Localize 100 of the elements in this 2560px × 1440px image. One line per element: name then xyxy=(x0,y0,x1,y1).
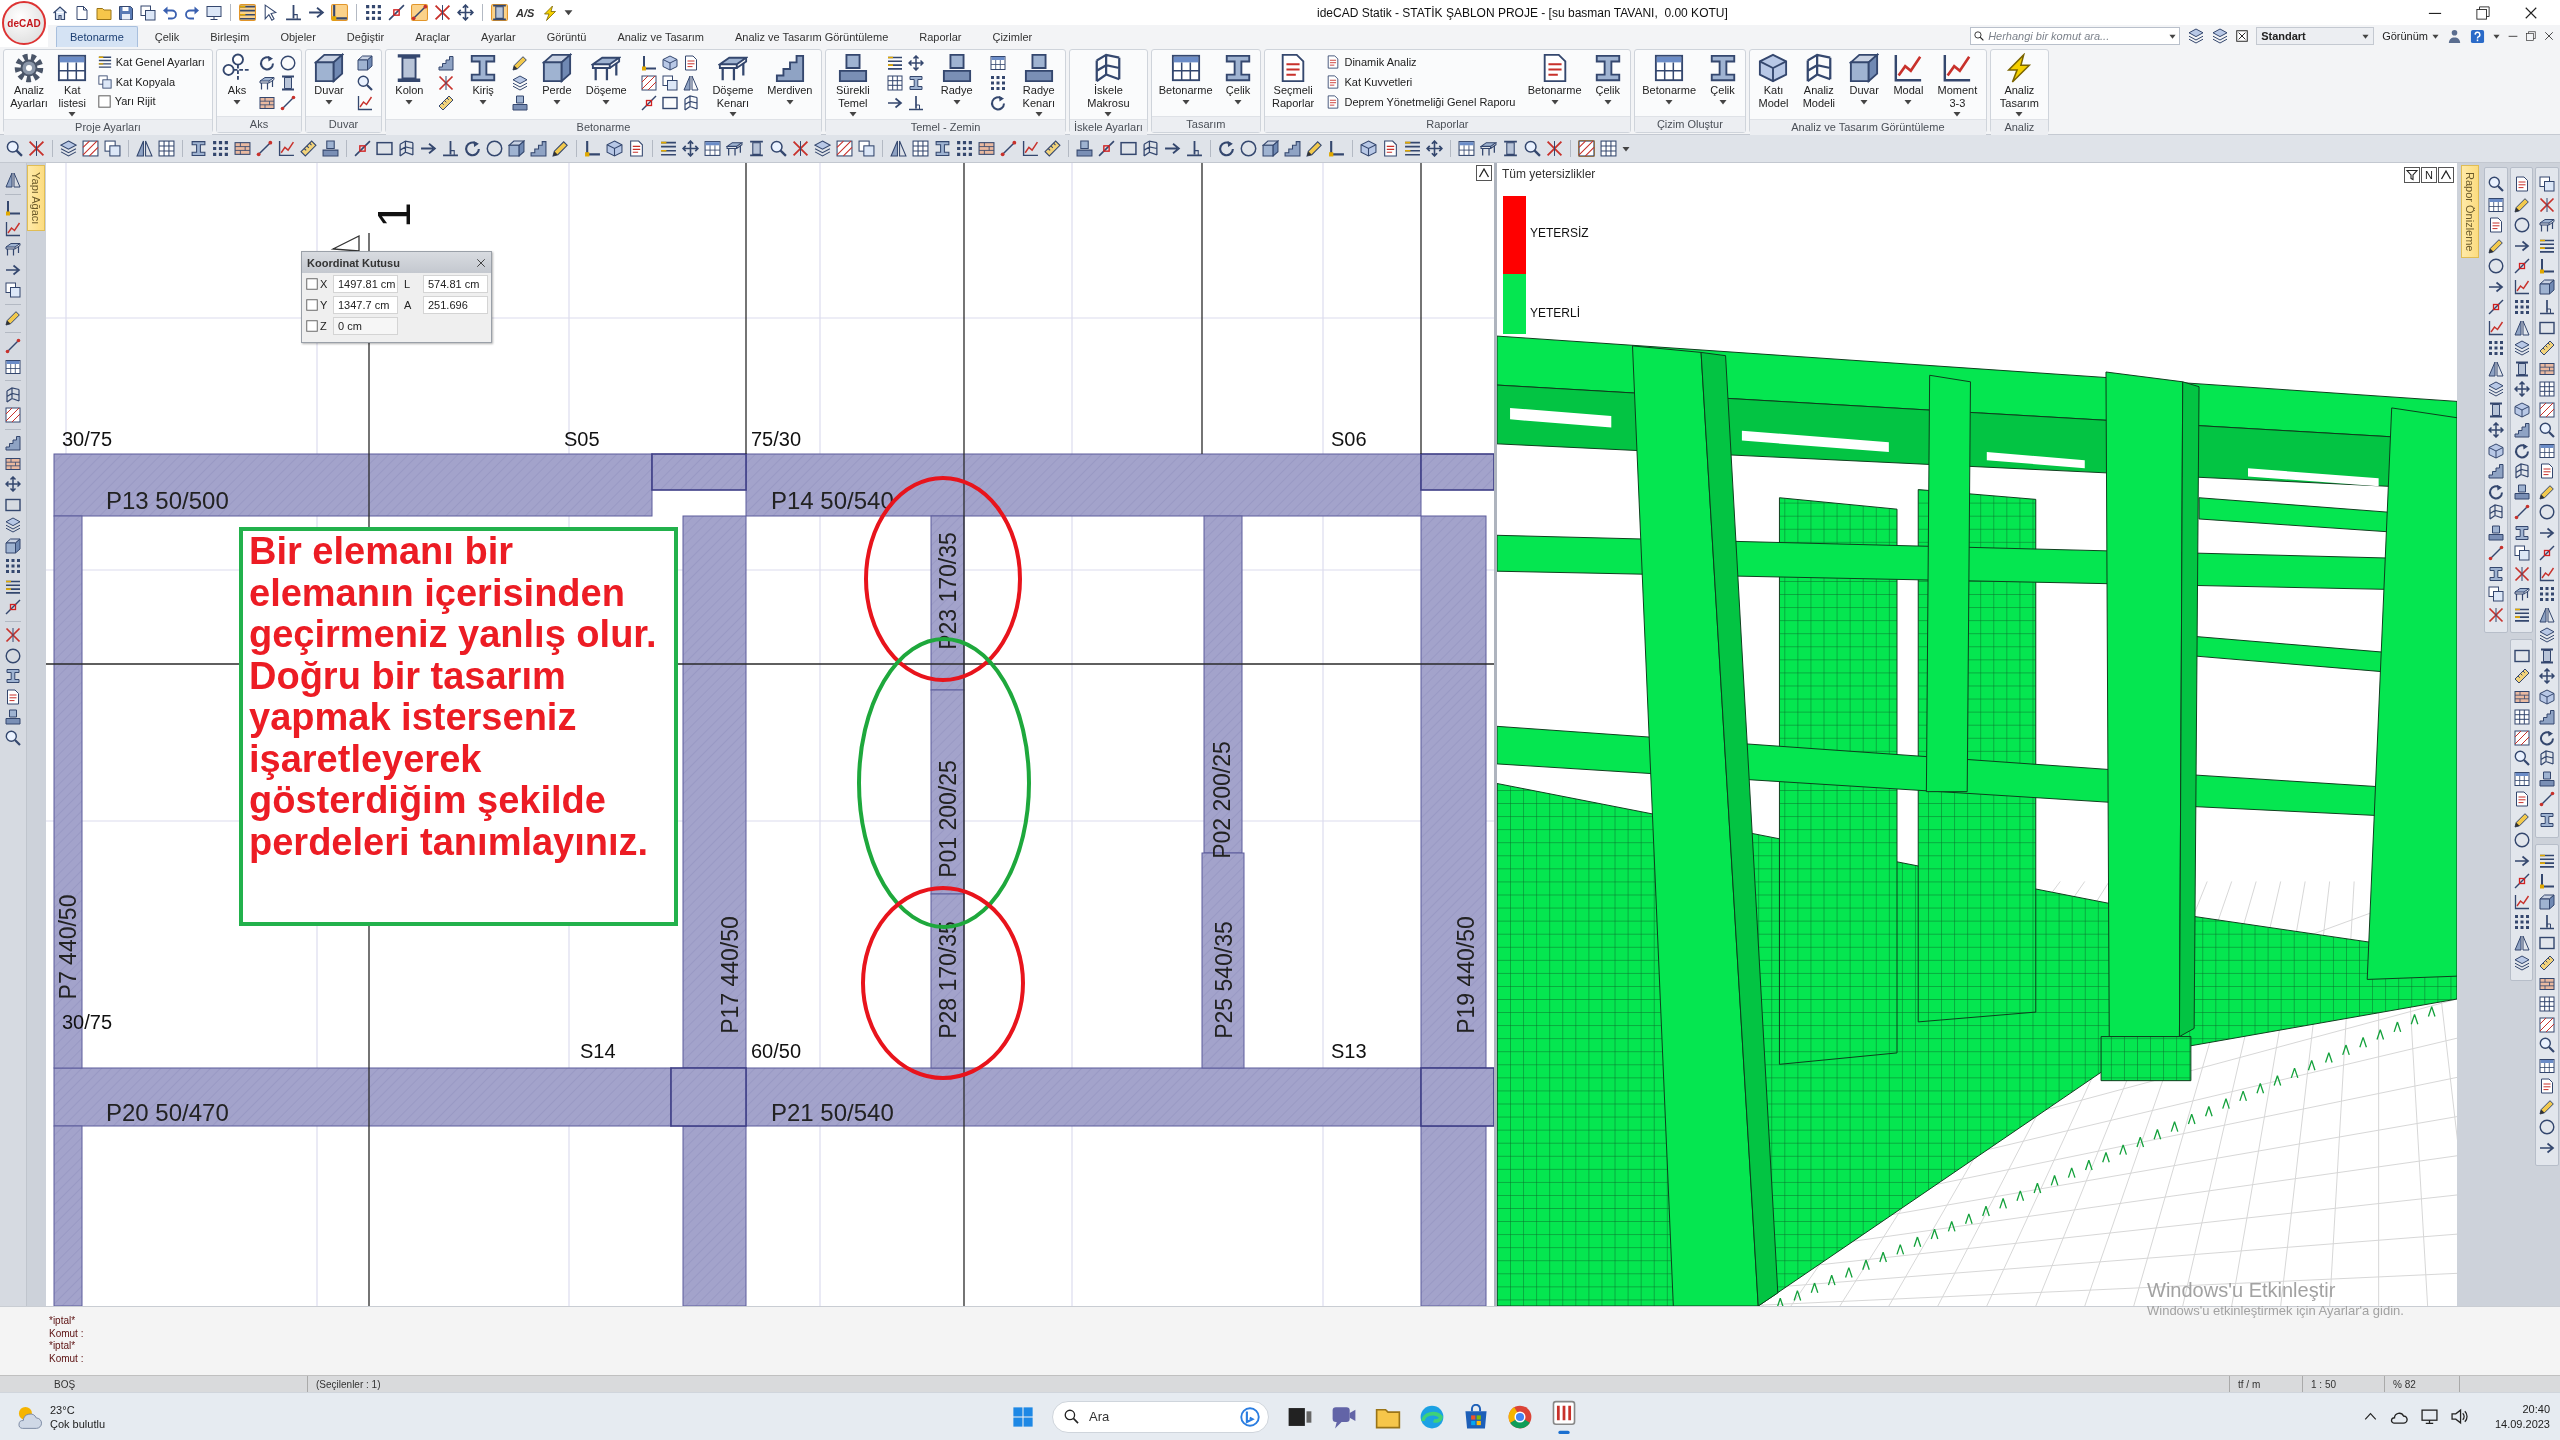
ruler-icon[interactable] xyxy=(2539,955,2556,971)
arrow-icon[interactable] xyxy=(420,140,437,157)
frame-icon[interactable] xyxy=(1142,140,1159,157)
cross-icon[interactable] xyxy=(2539,196,2556,213)
list-icon[interactable] xyxy=(2539,852,2556,869)
pencil-icon[interactable] xyxy=(2513,196,2530,213)
speaker-icon[interactable] xyxy=(2450,1408,2468,1425)
perpendicular-icon[interactable] xyxy=(2539,914,2556,930)
taskbar-search-field[interactable]: Ara xyxy=(1052,1400,1269,1433)
column-icon[interactable] xyxy=(1502,140,1519,157)
circle-icon[interactable] xyxy=(2513,832,2530,848)
restore-icon[interactable] xyxy=(2476,5,2490,20)
list-icon[interactable] xyxy=(239,4,256,21)
ribbon-button[interactable]: Analiz Tasarım xyxy=(1996,52,2042,119)
up-caret-icon[interactable] xyxy=(2438,167,2454,183)
move-icon[interactable] xyxy=(2539,668,2556,684)
table-icon[interactable] xyxy=(704,140,721,157)
mirror-icon[interactable] xyxy=(2539,606,2556,623)
zoom-icon[interactable] xyxy=(357,75,373,91)
axis-icon[interactable] xyxy=(222,53,252,83)
cross-icon[interactable] xyxy=(792,140,809,157)
ribbon-button[interactable]: Çelik xyxy=(1220,52,1257,107)
platform-icon[interactable] xyxy=(2513,586,2530,602)
grid-icon[interactable] xyxy=(2513,709,2530,725)
table-icon[interactable] xyxy=(989,55,1006,71)
copy-icon[interactable] xyxy=(2487,586,2504,602)
zoom-icon[interactable] xyxy=(2539,422,2556,438)
cube-icon[interactable] xyxy=(661,55,678,71)
frame-icon[interactable] xyxy=(682,95,699,111)
i-beam-icon[interactable] xyxy=(907,75,924,91)
caret-icon[interactable] xyxy=(2493,32,2500,40)
chart-icon[interactable] xyxy=(1893,53,1924,83)
brick-icon[interactable] xyxy=(234,140,251,157)
block-icon[interactable] xyxy=(5,537,21,554)
corner-icon[interactable] xyxy=(1328,140,1345,157)
ribbon-button[interactable]: Çelik xyxy=(1589,52,1626,107)
ribbon-button[interactable]: Perde xyxy=(538,52,575,107)
checkbox-icon[interactable] xyxy=(97,95,111,108)
layers-icon[interactable] xyxy=(2539,627,2556,643)
list-icon[interactable] xyxy=(1404,140,1421,157)
rotate-icon[interactable] xyxy=(1218,140,1235,157)
circle-icon[interactable] xyxy=(280,55,296,71)
frame-icon[interactable] xyxy=(398,140,415,157)
dot-grid-icon[interactable] xyxy=(5,558,21,574)
brick-icon[interactable] xyxy=(5,455,21,472)
layers-icon[interactable] xyxy=(2513,340,2530,356)
platform-icon[interactable] xyxy=(2539,217,2556,233)
cross-icon[interactable] xyxy=(2487,606,2504,623)
four-squares-icon[interactable] xyxy=(1012,1405,1034,1428)
zoom-icon[interactable] xyxy=(770,140,787,157)
checkbox-option[interactable]: Yarı Rijit xyxy=(97,95,205,108)
mirror-icon[interactable] xyxy=(2513,934,2530,951)
perpendicular-icon[interactable] xyxy=(2539,299,2556,315)
chart-icon[interactable] xyxy=(2487,319,2504,336)
copy-icon[interactable] xyxy=(858,140,875,157)
caret-icon[interactable] xyxy=(1622,144,1630,153)
ribbon-tab[interactable]: Raporlar xyxy=(905,26,976,47)
frame-icon[interactable] xyxy=(2539,750,2556,766)
snap-icon[interactable] xyxy=(2513,258,2530,274)
copy-icon[interactable] xyxy=(661,75,678,91)
corner-icon[interactable] xyxy=(2539,258,2556,274)
circle-icon[interactable] xyxy=(2487,258,2504,274)
circle-icon[interactable] xyxy=(2539,1119,2556,1135)
coordinate-field[interactable]: 1497.81 cm xyxy=(333,274,398,293)
snap-icon[interactable] xyxy=(388,4,405,21)
pencil-icon[interactable] xyxy=(2513,811,2530,828)
mirror-icon[interactable] xyxy=(2513,319,2530,336)
layers-icon[interactable] xyxy=(2487,381,2504,397)
hatch-icon[interactable] xyxy=(1578,140,1595,157)
ribbon-button[interactable]: Döşeme Kenarı xyxy=(709,52,757,119)
toolbar-button[interactable]: A/S xyxy=(514,6,537,19)
pedestal-icon[interactable] xyxy=(512,95,528,111)
i-beam-icon[interactable] xyxy=(2513,524,2530,541)
move-icon[interactable] xyxy=(2487,422,2504,438)
stairs-icon[interactable] xyxy=(530,140,547,157)
snap-icon[interactable] xyxy=(5,599,21,615)
copy-icon[interactable] xyxy=(140,4,156,21)
ribbon-button[interactable]: Betonarme xyxy=(1639,52,1699,107)
table-icon[interactable] xyxy=(1654,53,1685,83)
ribbon-button[interactable]: Katı Model xyxy=(1755,52,1792,110)
rotate-icon[interactable] xyxy=(2513,442,2530,459)
ribbon-button[interactable]: Analiz Ayarları xyxy=(7,52,51,110)
copy-icon[interactable] xyxy=(2539,176,2556,192)
close-icon[interactable] xyxy=(476,257,486,268)
column-icon[interactable] xyxy=(280,75,296,91)
line-icon[interactable] xyxy=(2513,504,2530,520)
ruler-icon[interactable] xyxy=(300,140,317,157)
ribbon-button[interactable]: Kat Genel Ayarları xyxy=(97,55,205,69)
i-beam-icon[interactable] xyxy=(2539,811,2556,828)
stairs-icon[interactable] xyxy=(2539,709,2556,725)
brick-icon[interactable] xyxy=(978,140,995,157)
layers-icon[interactable] xyxy=(814,140,831,157)
block-icon[interactable] xyxy=(2539,278,2556,295)
stairs-icon[interactable] xyxy=(438,55,455,71)
dot-grid-icon[interactable] xyxy=(365,4,382,21)
circle-icon[interactable] xyxy=(2539,504,2556,520)
layers-icon[interactable] xyxy=(2212,28,2229,44)
document-icon[interactable] xyxy=(2487,217,2504,233)
cross-icon[interactable] xyxy=(28,140,45,157)
move-icon[interactable] xyxy=(907,55,924,71)
